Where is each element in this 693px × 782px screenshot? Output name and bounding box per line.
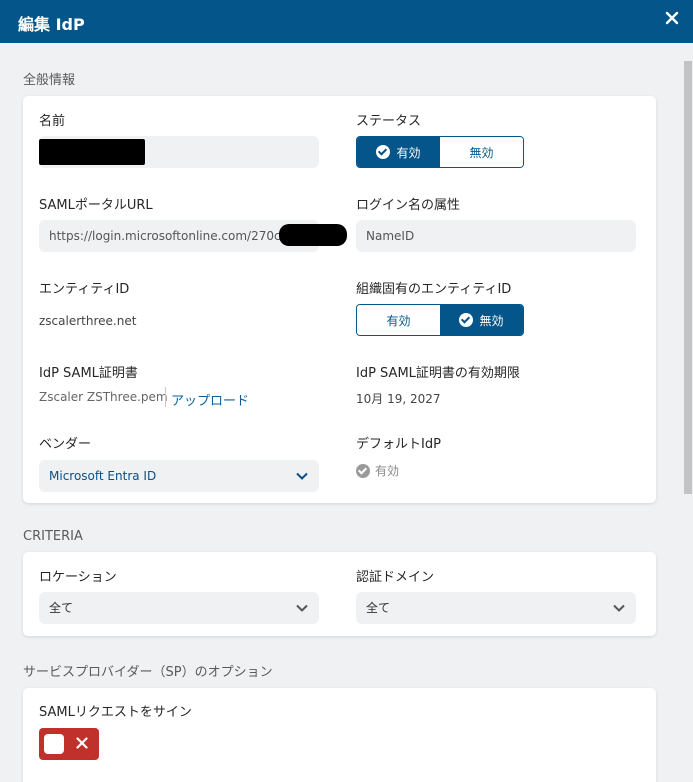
scrollbar-thumb[interactable] bbox=[684, 61, 692, 494]
entity-id-label: エンティティID bbox=[39, 282, 130, 297]
check-circle-icon bbox=[356, 463, 370, 478]
location-selected-value: 全て bbox=[49, 601, 74, 615]
chevron-down-icon bbox=[296, 604, 308, 612]
section-title-general: 全般情報 bbox=[23, 73, 76, 88]
divider bbox=[165, 387, 166, 407]
close-icon[interactable] bbox=[664, 10, 680, 26]
chevron-down-icon bbox=[296, 472, 308, 480]
login-attribute-input[interactable]: NameID bbox=[356, 220, 636, 252]
status-option-disabled[interactable]: 無効 bbox=[440, 137, 523, 167]
vendor-label: ベンダー bbox=[39, 437, 92, 452]
toggle-knob bbox=[44, 734, 64, 754]
auth-domain-label: 認証ドメイン bbox=[356, 570, 435, 585]
saml-portal-url-label: SAMLポータルURL bbox=[39, 198, 153, 213]
sign-request-toggle[interactable] bbox=[39, 728, 99, 760]
name-label: 名前 bbox=[39, 114, 66, 129]
dialog-header: 編集 IdP bbox=[0, 0, 693, 43]
org-entity-id-option-enabled[interactable]: 有効 bbox=[357, 305, 440, 335]
status-option-enabled[interactable]: 有効 bbox=[357, 137, 440, 167]
default-idp-status: 有効 bbox=[356, 462, 399, 479]
entity-id-value: zscalerthree.net bbox=[39, 314, 137, 328]
default-idp-label: デフォルトIdP bbox=[356, 437, 441, 452]
org-entity-id-label: 組織固有のエンティティID bbox=[356, 282, 512, 297]
vendor-select[interactable]: Microsoft Entra ID bbox=[39, 460, 319, 492]
check-circle-icon bbox=[376, 145, 391, 159]
scrollbar[interactable] bbox=[682, 43, 693, 782]
auth-domain-select[interactable]: 全て bbox=[356, 592, 636, 624]
org-entity-id-option-disabled[interactable]: 無効 bbox=[440, 305, 523, 335]
location-label: ロケーション bbox=[39, 570, 117, 585]
cert-expiry-value: 10月 19, 2027 bbox=[356, 392, 441, 406]
section-title-sp-options: サービスプロバイダー（SP）のオプション bbox=[23, 665, 273, 680]
idp-cert-label: IdP SAML証明書 bbox=[39, 366, 138, 381]
check-circle-icon bbox=[459, 313, 474, 327]
chevron-down-icon bbox=[613, 604, 625, 612]
upload-link[interactable]: アップロード bbox=[171, 390, 249, 409]
idp-cert-filename: Zscaler ZSThree.pem bbox=[39, 390, 168, 404]
saml-portal-url-input[interactable]: https://login.microsoftonline.com/270cc3… bbox=[39, 220, 319, 252]
auth-domain-selected-value: 全て bbox=[366, 601, 391, 615]
cert-expiry-label: IdP SAML証明書の有効期限 bbox=[356, 366, 520, 381]
status-label: ステータス bbox=[356, 114, 422, 129]
sign-request-label: SAMLリクエストをサイン bbox=[39, 705, 192, 720]
dialog-title: 編集 IdP bbox=[18, 15, 85, 34]
org-entity-id-toggle: 有効 無効 bbox=[356, 304, 524, 336]
general-card: 名前 ステータス 有効 無効 SAMLポータルURL https://login… bbox=[23, 96, 656, 503]
redaction-mark bbox=[279, 224, 347, 246]
status-toggle: 有効 無効 bbox=[356, 136, 524, 168]
login-attribute-label: ログイン名の属性 bbox=[356, 198, 461, 213]
vendor-selected-value: Microsoft Entra ID bbox=[49, 469, 157, 483]
sp-options-card: SAMLリクエストをサイン bbox=[23, 688, 656, 782]
section-title-criteria: CRITERIA bbox=[23, 529, 83, 544]
location-select[interactable]: 全て bbox=[39, 592, 319, 624]
redaction-mark bbox=[39, 139, 145, 165]
close-icon bbox=[76, 737, 88, 749]
criteria-card: ロケーション 全て 認証ドメイン 全て bbox=[23, 552, 656, 636]
